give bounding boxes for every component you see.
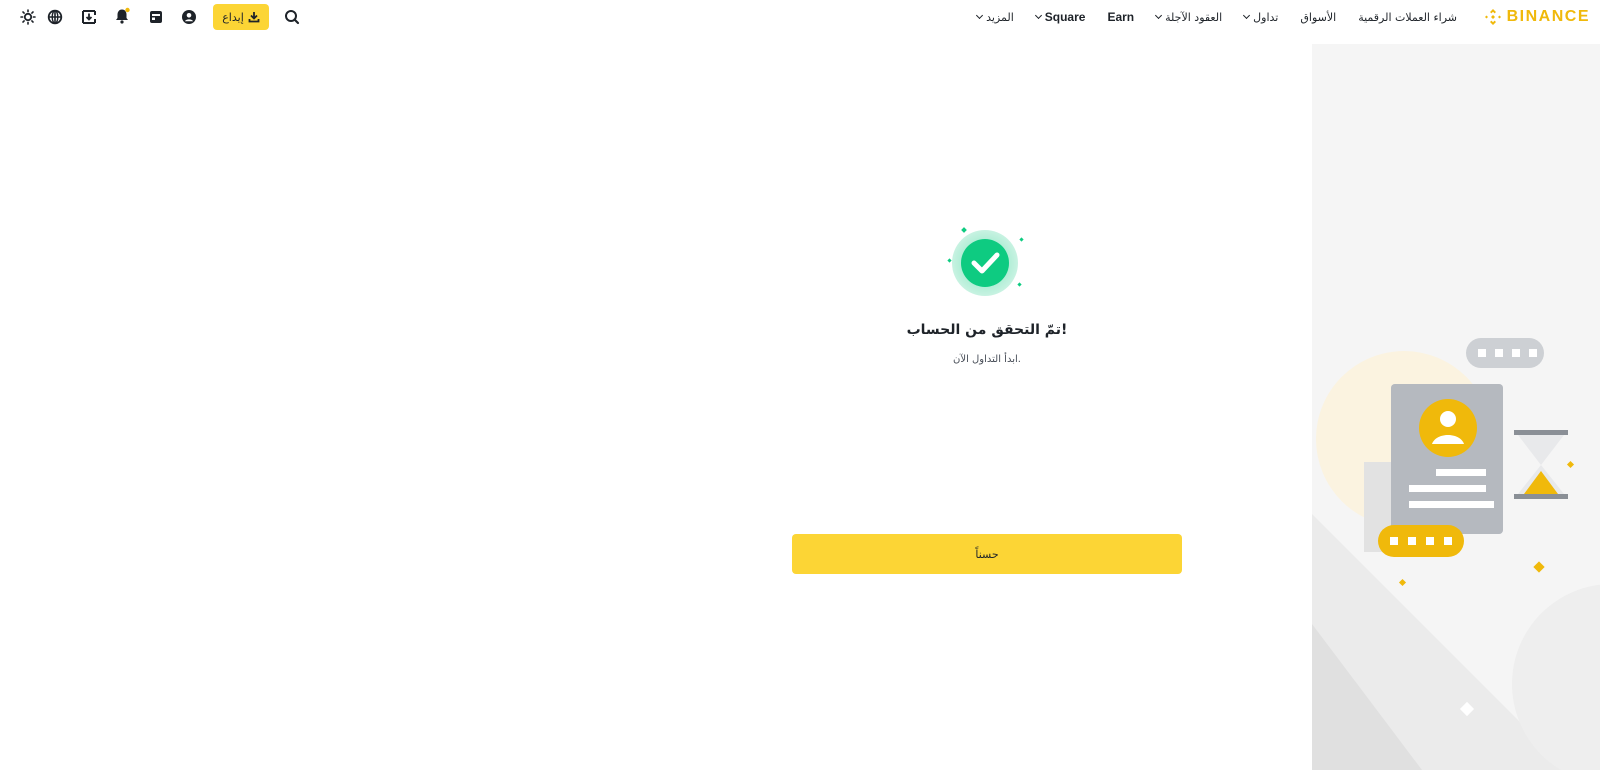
- chevron-down-icon: [976, 11, 984, 20]
- search-button[interactable]: [282, 7, 302, 27]
- search-icon: [285, 10, 300, 25]
- nav-item-more[interactable]: المزيد: [966, 11, 1025, 24]
- theme-toggle-icon: [20, 9, 36, 25]
- user-profile-button[interactable]: [179, 7, 199, 27]
- download-app-icon: [82, 10, 96, 24]
- theme-toggle-button[interactable]: [18, 7, 38, 27]
- nav-item-label: Earn: [1107, 10, 1135, 24]
- nav-item-buy-crypto[interactable]: شراء العملات الرقمية: [1347, 11, 1468, 24]
- identity-verification-illustration: [1312, 338, 1600, 770]
- nav-item-label: المزيد: [986, 10, 1014, 24]
- orders-button[interactable]: [146, 7, 166, 27]
- nav-item-label: العقود الآجلة: [1165, 10, 1223, 24]
- chevron-down-icon: [1155, 11, 1163, 20]
- page-subtitle: ابدأ التداول الآن.: [953, 354, 1021, 365]
- download-app-button[interactable]: [79, 7, 99, 27]
- page-title: تمّ التحقق من الحساب!: [906, 322, 1068, 338]
- nav-item-futures[interactable]: العقود الآجلة: [1145, 11, 1233, 24]
- nav-item-label: الأسواق: [1300, 10, 1337, 24]
- deposit-label: إيداع: [222, 10, 244, 24]
- nav-item-label: شراء العملات الرقمية: [1358, 10, 1457, 24]
- nav-item-label: تداول: [1253, 10, 1279, 24]
- language-globe-icon: [47, 9, 63, 25]
- chevron-down-icon: [1034, 11, 1042, 20]
- binance-logo-icon: [1484, 9, 1501, 25]
- main-nav: شراء العملات الرقمية الأسواق تداول العقو…: [966, 0, 1468, 34]
- download-arrow-icon: [248, 12, 260, 23]
- language-button[interactable]: [45, 7, 65, 27]
- brand-name: BINANCE: [1506, 8, 1590, 25]
- nav-item-label: Square: [1044, 10, 1086, 24]
- nav-item-earn[interactable]: Earn: [1096, 10, 1145, 24]
- binance-logo[interactable]: BINANCE: [1483, 6, 1590, 28]
- nav-item-trade[interactable]: تداول: [1233, 11, 1289, 24]
- nav-item-square[interactable]: Square: [1025, 10, 1097, 24]
- illustration-panel: [1312, 44, 1600, 770]
- deposit-button[interactable]: إيداع: [213, 4, 269, 30]
- ok-button-label: حسناً: [975, 547, 999, 561]
- top-navigation-bar: BINANCE شراء العملات الرقمية الأسواق تدا…: [0, 0, 1600, 34]
- orders-icon: [150, 11, 162, 23]
- success-check-icon: [947, 227, 1024, 296]
- notifications-button[interactable]: [112, 6, 132, 26]
- nav-item-markets[interactable]: الأسواق: [1289, 11, 1347, 24]
- user-icon: [182, 10, 196, 24]
- chevron-down-icon: [1243, 11, 1251, 20]
- ok-button[interactable]: حسناً: [792, 534, 1182, 574]
- notification-icon: [116, 7, 130, 24]
